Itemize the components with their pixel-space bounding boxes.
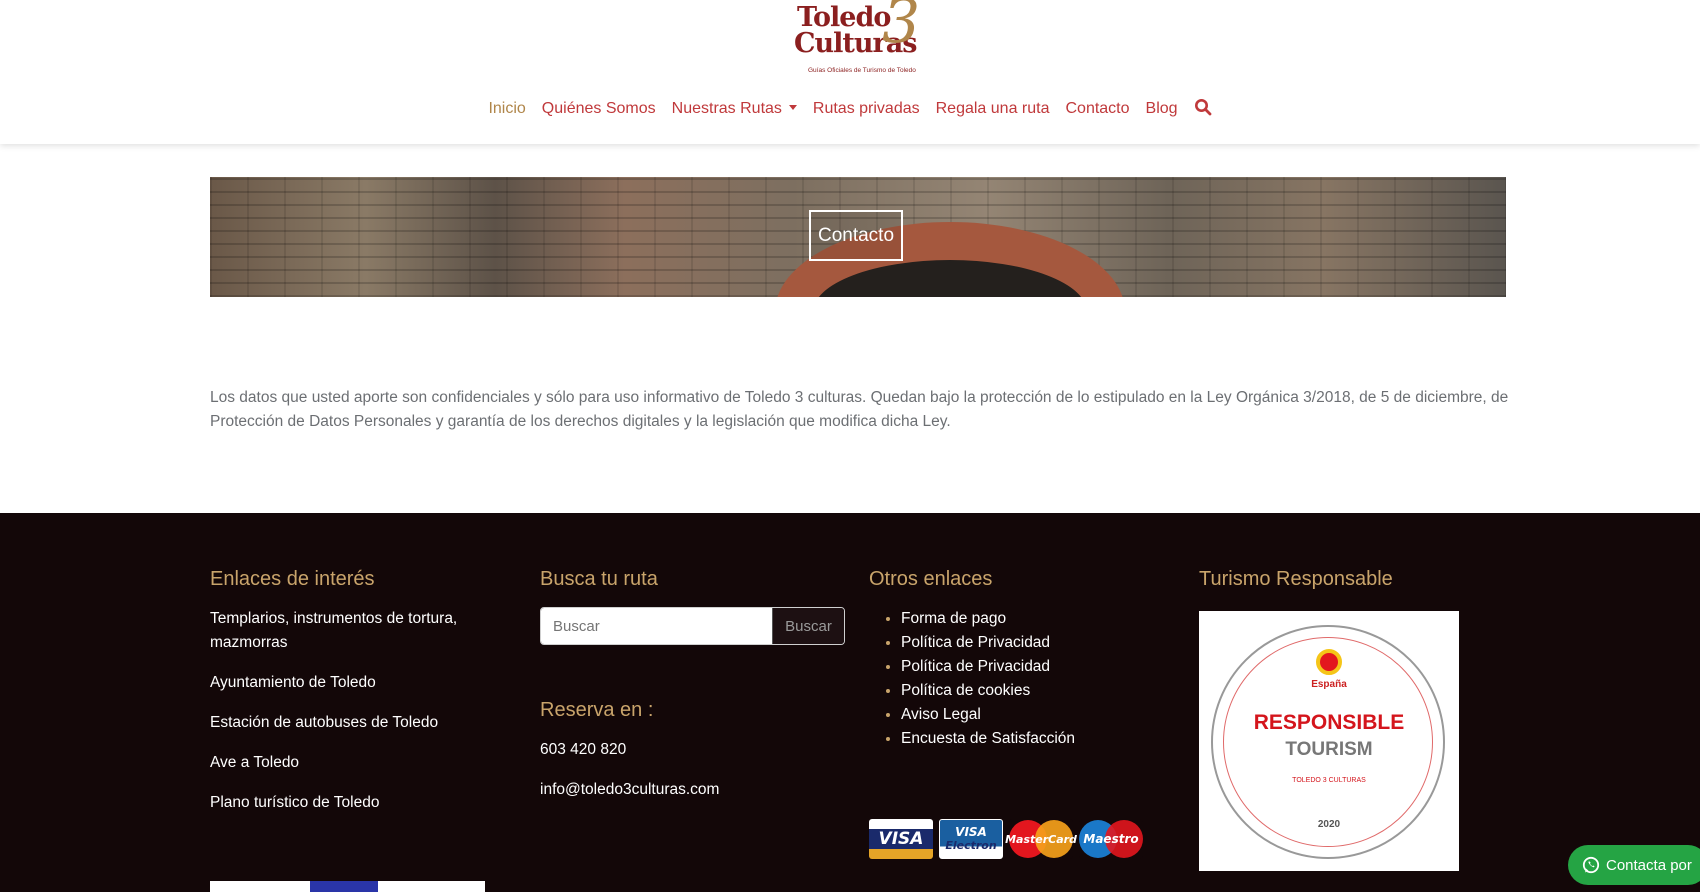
other-link[interactable]: Política de Privacidad bbox=[901, 631, 1159, 655]
nav-item-blog[interactable]: Blog bbox=[1146, 100, 1178, 118]
nav-item-quienes-somos[interactable]: Quiénes Somos bbox=[542, 100, 656, 118]
interest-link[interactable]: Templarios, instrumentos de tortura, maz… bbox=[210, 607, 500, 655]
nav-item-contacto[interactable]: Contacto bbox=[1065, 100, 1129, 118]
interest-link[interactable]: Plano turístico de Toledo bbox=[210, 791, 500, 815]
badge-espana: España bbox=[1311, 679, 1347, 690]
other-link[interactable]: Política de cookies bbox=[901, 679, 1159, 703]
footer-bottom-image bbox=[210, 881, 485, 892]
footer-col-links: Enlaces de interés Templarios, instrumen… bbox=[210, 567, 500, 831]
visa-electron-bottom: Electron bbox=[945, 839, 997, 852]
badge-tourism: TOURISM bbox=[1285, 739, 1373, 760]
other-link[interactable]: Aviso Legal bbox=[901, 703, 1159, 727]
espana-sun-icon bbox=[1316, 649, 1342, 675]
site-logo[interactable]: Toledo Culturas 3 Guías Oficiales de Tur… bbox=[790, 0, 920, 78]
nav-item-regala-una-ruta[interactable]: Regala una ruta bbox=[936, 100, 1050, 118]
other-link[interactable]: Política de Privacidad bbox=[901, 655, 1159, 679]
logo-tagline: Guías Oficiales de Turismo de Toledo bbox=[808, 67, 916, 74]
route-search-button[interactable]: Buscar bbox=[772, 608, 844, 644]
badge-year: 2020 bbox=[1317, 819, 1341, 830]
footer-heading-otros: Otros enlaces bbox=[869, 568, 993, 590]
whatsapp-icon bbox=[1582, 856, 1600, 874]
other-links-list: Forma de pago Política de Privacidad Pol… bbox=[869, 607, 1159, 751]
interest-link[interactable]: Ayuntamiento de Toledo bbox=[210, 671, 500, 695]
footer-heading-turismo: Turismo Responsable bbox=[1199, 568, 1393, 590]
visa-electron-top: VISA bbox=[955, 825, 987, 839]
badge-responsible: RESPONSIBLE bbox=[1253, 711, 1405, 734]
caret-down-icon bbox=[788, 105, 797, 110]
logo-line-1: Toledo bbox=[797, 2, 891, 33]
page-banner: Contacto bbox=[210, 177, 1506, 297]
footer-col-search: Busca tu ruta Buscar bbox=[540, 567, 845, 645]
contacto-banner-button[interactable]: Contacto bbox=[809, 210, 903, 261]
nav-item-nuestras-rutas-label: Nuestras Rutas bbox=[671, 100, 782, 117]
site-header: Toledo Culturas 3 Guías Oficiales de Tur… bbox=[0, 0, 1700, 144]
whatsapp-contact-button[interactable]: Contacta por bbox=[1568, 845, 1700, 885]
interest-links-list: Templarios, instrumentos de tortura, maz… bbox=[210, 607, 500, 815]
search-icon bbox=[1194, 98, 1211, 115]
contact-email[interactable]: info@toledo3culturas.com bbox=[540, 778, 719, 802]
contact-phone[interactable]: 603 420 820 bbox=[540, 738, 719, 762]
maestro-label: Maestro bbox=[1083, 832, 1139, 846]
route-search-form: Buscar bbox=[540, 607, 845, 645]
visa-card-icon: VISA bbox=[869, 819, 933, 859]
footer-heading-reserva: Reserva en : bbox=[540, 699, 654, 721]
other-link[interactable]: Forma de pago bbox=[901, 607, 1159, 631]
interest-link[interactable]: Ave a Toledo bbox=[210, 751, 500, 775]
privacy-notice: Los datos que usted aporte son confidenc… bbox=[210, 388, 1509, 430]
footer-heading-busca: Busca tu ruta bbox=[540, 568, 658, 590]
footer-reserva: Reserva en : 603 420 820 info@toledo3cul… bbox=[540, 699, 719, 802]
logo-number: 3 bbox=[882, 0, 921, 57]
whatsapp-label: Contacta por bbox=[1606, 856, 1692, 874]
footer-col-otros: Otros enlaces Forma de pago Política de … bbox=[869, 567, 1159, 751]
nav-item-rutas-privadas[interactable]: Rutas privadas bbox=[813, 100, 920, 118]
nav-item-nuestras-rutas[interactable]: Nuestras Rutas bbox=[672, 100, 797, 118]
main-nav: Inicio Quiénes Somos Nuestras Rutas Ruta… bbox=[0, 96, 1700, 122]
interest-link[interactable]: Estación de autobuses de Toledo bbox=[210, 711, 500, 735]
mastercard-label: MasterCard bbox=[1005, 832, 1077, 846]
badge-company: TOLEDO 3 CULTURAS bbox=[1292, 777, 1366, 784]
site-footer: Enlaces de interés Templarios, instrumen… bbox=[0, 513, 1700, 892]
other-link[interactable]: Encuesta de Satisfacción bbox=[901, 727, 1159, 751]
footer-heading-enlaces: Enlaces de interés bbox=[210, 568, 375, 590]
visa-electron-card-icon: VISA Electron bbox=[939, 819, 1003, 859]
footer-bottom-image-band bbox=[310, 881, 378, 892]
nav-search-button[interactable] bbox=[1194, 98, 1212, 121]
mastercard-icon: MasterCard bbox=[1005, 819, 1077, 859]
responsible-tourism-badge[interactable]: España RESPONSIBLE TOURISM TOLEDO 3 CULT… bbox=[1199, 611, 1459, 871]
route-search-input[interactable] bbox=[541, 608, 772, 644]
nav-item-inicio[interactable]: Inicio bbox=[488, 100, 525, 118]
payment-cards: VISA VISA Electron MasterCard Maestro bbox=[869, 819, 1143, 859]
footer-col-turismo: Turismo Responsable España RESPONSIBLE T… bbox=[1199, 567, 1459, 871]
maestro-icon: Maestro bbox=[1079, 819, 1143, 859]
